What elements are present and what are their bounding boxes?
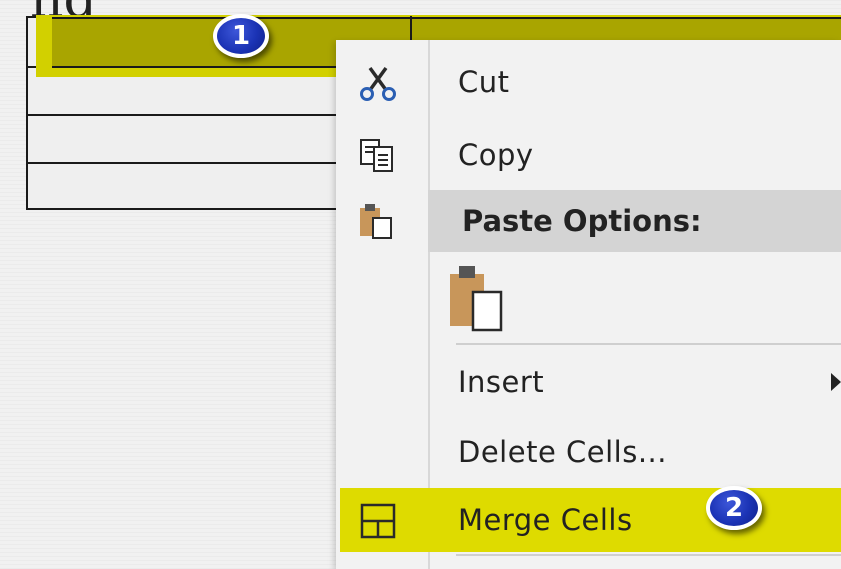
menu-item-copy-label: Copy (458, 138, 534, 172)
menu-item-insert[interactable]: Insert (336, 352, 841, 412)
callout-step-1: 1 (213, 14, 269, 58)
chevron-right-icon (831, 373, 841, 391)
menu-item-merge-cells[interactable]: Merge Cells (336, 490, 841, 550)
table-row-border (28, 114, 366, 116)
context-menu: Cut Copy Paste Options: Insert Delete Ce… (336, 40, 841, 569)
clipboard-icon (356, 200, 400, 239)
menu-item-merge-cells-label: Merge Cells (458, 503, 633, 537)
menu-divider (456, 343, 841, 345)
menu-item-delete-cells[interactable]: Delete Cells... (336, 422, 841, 482)
scissors-icon (356, 64, 400, 102)
copy-icon (356, 137, 400, 175)
menu-item-delete-cells-label: Delete Cells... (458, 435, 667, 469)
menu-item-insert-label: Insert (458, 365, 545, 399)
menu-item-cut[interactable]: Cut (336, 52, 841, 112)
paste-options-label: Paste Options: (462, 204, 702, 238)
menu-divider (456, 554, 841, 556)
callout-step-2: 2 (706, 486, 762, 530)
clipboard-paste-icon[interactable] (446, 262, 508, 334)
menu-item-copy[interactable]: Copy (336, 125, 841, 185)
table-row-border (28, 162, 366, 164)
merge-cells-icon (356, 502, 400, 540)
menu-item-cut-label: Cut (458, 65, 510, 99)
table-row-border (52, 66, 368, 68)
